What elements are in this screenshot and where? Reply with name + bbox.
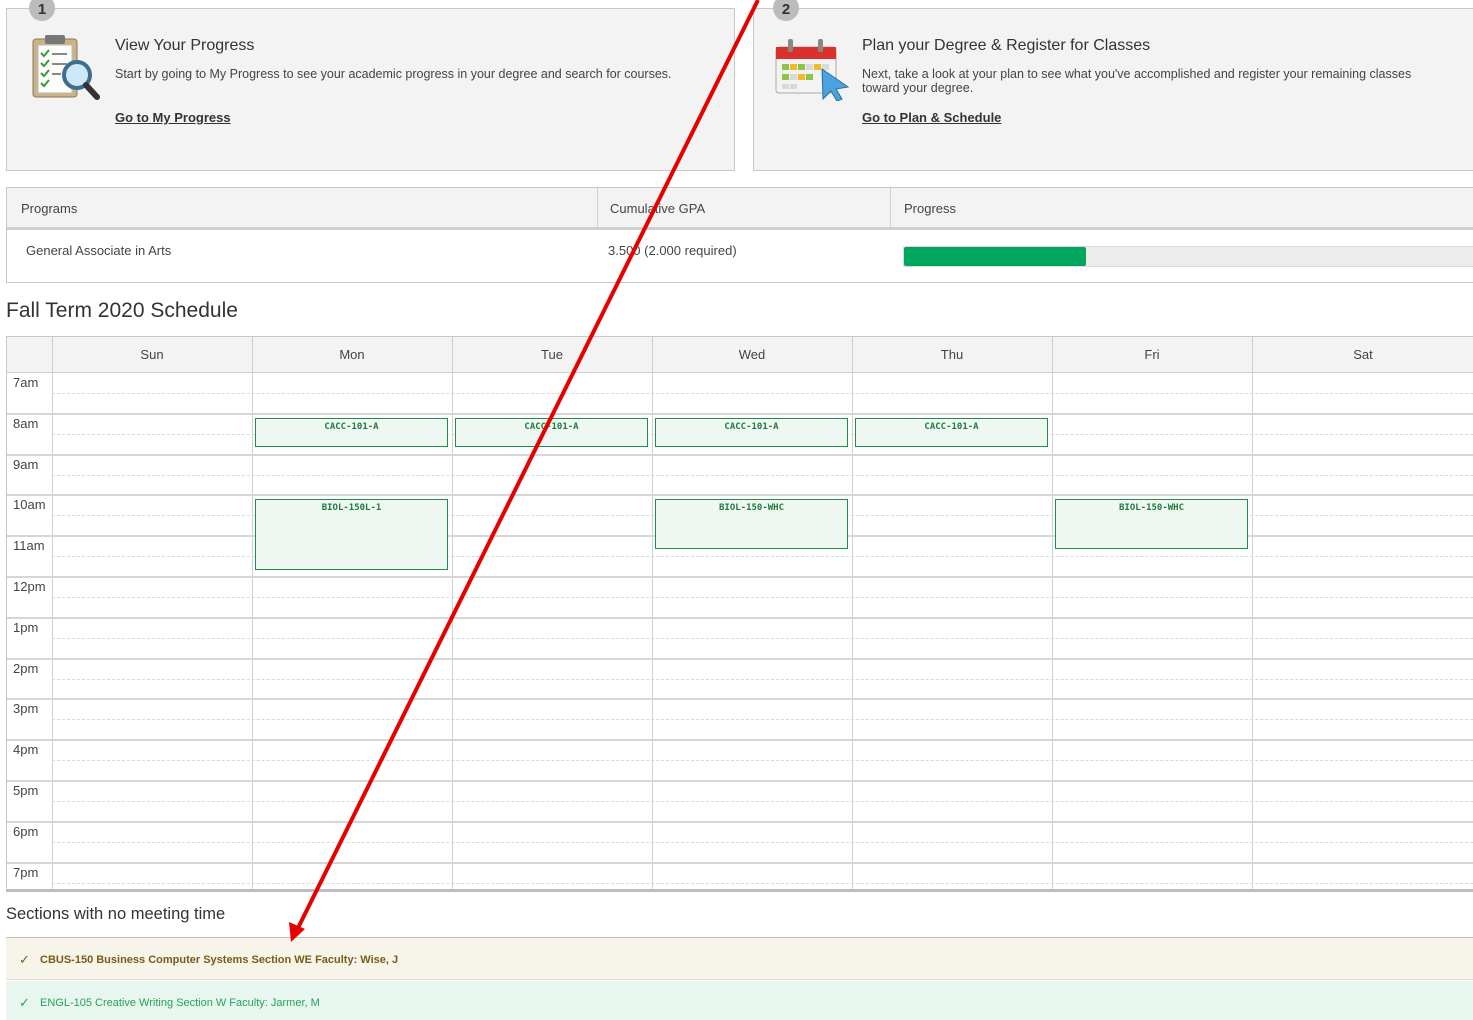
- day-header-sun: Sun: [140, 347, 164, 362]
- schedule-event[interactable]: CACC-101-A: [655, 417, 848, 448]
- cumulative-gpa: 3.500 (2.000 required): [608, 243, 737, 258]
- day-header-tue: Tue: [541, 347, 563, 362]
- day-header-thu: Thu: [940, 347, 964, 362]
- time-label: 4pm: [13, 742, 39, 758]
- hour-divider: [7, 412, 1473, 415]
- section-text: CBUS-150 Business Computer Systems Secti…: [40, 954, 399, 966]
- day-column-divider: [852, 337, 853, 889]
- step-description: Next, take a look at your plan to see wh…: [862, 67, 1411, 95]
- progress-bar: [903, 246, 1473, 267]
- hour-divider: [7, 576, 1473, 578]
- calendar-cursor-icon: [774, 29, 850, 102]
- step-number-badge: 2: [773, 0, 799, 21]
- half-hour-divider: [52, 760, 1473, 762]
- time-label: 7am: [13, 375, 39, 390]
- hour-divider: [7, 453, 1473, 456]
- day-header-wed: Wed: [738, 347, 766, 362]
- schedule-event[interactable]: CACC-101-A: [255, 417, 448, 448]
- schedule-event[interactable]: CACC-101-A: [455, 417, 648, 448]
- step-number-badge: 1: [29, 0, 55, 21]
- no-meeting-title: Sections with no meeting time: [6, 905, 226, 923]
- time-label: 1pm: [13, 619, 39, 635]
- calendar-day-header: Sun Mon Tue Wed Thu Fri Sat: [7, 337, 1473, 373]
- hour-divider: [7, 820, 1473, 823]
- half-hour-divider: [52, 841, 1473, 843]
- programs-table: Programs Cumulative GPA Progress General…: [6, 187, 1473, 283]
- go-to-my-progress-link[interactable]: Go to My Progress: [115, 110, 231, 125]
- day-column-divider: [252, 337, 253, 889]
- schedule-event[interactable]: BIOL-150-WHC: [655, 499, 848, 550]
- time-label: 8am: [13, 415, 39, 431]
- half-hour-divider: [52, 597, 1473, 598]
- day-header-sat: Sat: [1353, 347, 1373, 362]
- progress-column-header: Progress: [904, 201, 957, 216]
- day-column-divider: [652, 337, 653, 889]
- day-column-divider: [452, 337, 453, 889]
- half-hour-divider: [52, 637, 1473, 639]
- step-card-plan-register: 2 Plan your Degree & Register for Classe…: [753, 0, 1473, 171]
- time-label: 11am: [13, 538, 45, 554]
- time-label: 6pm: [13, 823, 39, 839]
- step-description: Start by going to My Progress to see you…: [115, 67, 672, 81]
- half-hour-divider: [52, 474, 1473, 476]
- schedule-event[interactable]: CACC-101-A: [855, 417, 1048, 448]
- half-hour-divider: [52, 882, 1473, 884]
- day-column-divider: [1052, 337, 1053, 889]
- column-divider: [597, 188, 598, 227]
- hour-divider: [7, 780, 1473, 782]
- time-label: 3pm: [13, 701, 39, 717]
- column-divider: [890, 188, 891, 227]
- hour-divider: [7, 616, 1473, 619]
- gpa-column-header: Cumulative GPA: [610, 201, 706, 216]
- step-card-view-progress: 1 View Your Progress Start by going to M…: [6, 0, 735, 171]
- go-to-plan-schedule-link[interactable]: Go to Plan & Schedule: [862, 110, 1001, 125]
- time-label: 12pm: [13, 579, 46, 594]
- day-header-mon: Mon: [339, 347, 365, 362]
- hour-divider: [7, 657, 1473, 660]
- schedule-event[interactable]: BIOL-150-WHC: [1055, 499, 1248, 550]
- no-meeting-section-item[interactable]: ✓ CBUS-150 Business Computer Systems Sec…: [6, 937, 1473, 980]
- half-hour-divider: [52, 719, 1473, 721]
- checkmark-icon: ✓: [19, 995, 30, 1010]
- half-hour-divider: [52, 678, 1473, 680]
- half-hour-divider: [52, 801, 1473, 802]
- time-label: 7pm: [13, 864, 39, 880]
- day-column-divider: [52, 337, 53, 889]
- progress-bar-fill: [904, 247, 1087, 266]
- time-label: 9am: [13, 456, 39, 472]
- half-hour-divider: [52, 393, 1473, 394]
- hour-divider: [7, 739, 1473, 742]
- hour-divider: [7, 698, 1473, 701]
- step-title: View Your Progress: [115, 37, 255, 54]
- checklist-magnifier-icon: [27, 29, 103, 101]
- program-name: General Associate in Arts: [26, 243, 172, 258]
- time-label: 2pm: [13, 660, 39, 676]
- schedule-title: Fall Term 2020 Schedule: [6, 299, 238, 322]
- step-description-line: toward your degree.: [862, 81, 974, 95]
- day-column-divider: [1252, 337, 1253, 889]
- time-label: 10am: [13, 497, 46, 513]
- hour-divider: [7, 861, 1473, 864]
- programs-table-header: Programs Cumulative GPA Progress: [7, 188, 1473, 230]
- day-header-fri: Fri: [1144, 347, 1160, 362]
- step-description-line: Next, take a look at your plan to see wh…: [862, 67, 1412, 81]
- programs-column-header: Programs: [21, 201, 78, 216]
- hour-divider: [7, 494, 1473, 497]
- time-label: 5pm: [13, 783, 39, 798]
- checkmark-icon: ✓: [19, 952, 30, 967]
- step-title: Plan your Degree & Register for Classes: [862, 37, 1151, 54]
- schedule-event[interactable]: BIOL-150L-1: [255, 499, 448, 570]
- schedule-calendar: Sun Mon Tue Wed Thu Fri Sat 7am 8am 9am 10am 11am 1…: [6, 336, 1473, 892]
- no-meeting-section-item[interactable]: ✓ ENGL-105 Creative Writing Section W Fa…: [6, 981, 1473, 1020]
- section-text: ENGL-105 Creative Writing Section W Facu…: [40, 997, 320, 1009]
